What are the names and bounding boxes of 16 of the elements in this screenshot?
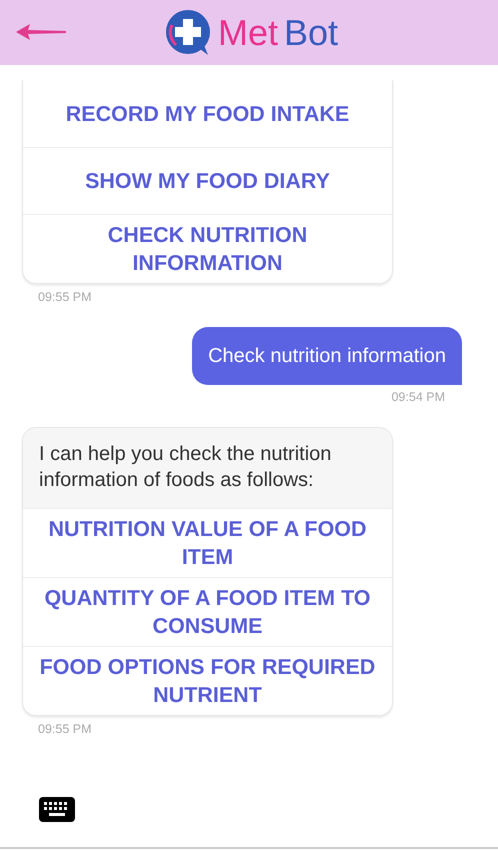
option-button[interactable]: CHECK NUTRITION INFORMATION — [23, 214, 392, 283]
user-message-bubble: Check nutrition information — [192, 326, 462, 385]
app-title: Bot — [284, 10, 338, 54]
option-button[interactable]: RECORD MY FOOD INTAKE — [23, 80, 392, 147]
medical-cross-logo-icon — [164, 8, 212, 56]
bot-message-text: I can help you check the nutrition information of foods as follows: — [23, 428, 392, 508]
keyboard-icon[interactable] — [39, 797, 75, 822]
message-time: 09:55 PM — [38, 720, 92, 738]
message-time: 09:54 PM — [391, 388, 445, 406]
app-title: Met — [218, 10, 278, 54]
back-arrow-icon[interactable] — [16, 24, 66, 40]
option-button[interactable]: SHOW MY FOOD DIARY — [23, 147, 392, 214]
option-button[interactable]: NUTRITION VALUE OF A FOOD ITEM — [23, 508, 392, 576]
message-time: 09:55 PM — [38, 289, 92, 306]
option-button[interactable]: QUANTITY OF A FOOD ITEM TO CONSUME — [23, 576, 392, 646]
option-button[interactable]: FOOD OPTIONS FOR REQUIRED NUTRIENT — [23, 646, 392, 714]
